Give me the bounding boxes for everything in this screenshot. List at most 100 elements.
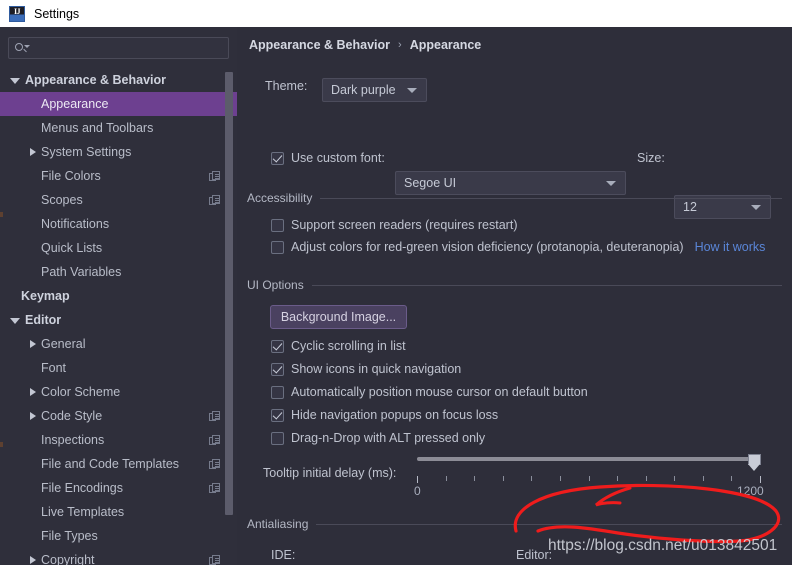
chevron-down-icon bbox=[751, 205, 761, 210]
copy-settings-icon[interactable] bbox=[209, 555, 220, 565]
breadcrumb-separator-icon: › bbox=[398, 39, 402, 51]
copy-settings-icon[interactable] bbox=[209, 195, 220, 206]
show-icons-checkbox[interactable] bbox=[271, 362, 284, 376]
window-titlebar: IJ Settings bbox=[0, 0, 792, 27]
breadcrumb-parent[interactable]: Appearance & Behavior bbox=[249, 38, 390, 52]
use-custom-font-row[interactable]: Use custom font: bbox=[271, 151, 385, 165]
section-divider bbox=[316, 523, 782, 525]
sidebar-item-general[interactable]: General bbox=[0, 332, 237, 356]
sidebar-item-path-variables[interactable]: Path Variables bbox=[0, 260, 237, 284]
sidebar-item-label: Inspections bbox=[41, 433, 105, 447]
sidebar-item-appearance[interactable]: Appearance bbox=[0, 92, 237, 116]
ui-options-section-header: UI Options bbox=[247, 278, 782, 292]
hide-nav-popups-label: Hide navigation popups on focus loss bbox=[291, 408, 499, 422]
sidebar-item-label: Code Style bbox=[41, 409, 103, 423]
chevron-right-icon[interactable] bbox=[30, 340, 36, 348]
cyclic-scrolling-checkbox[interactable] bbox=[271, 339, 284, 353]
sidebar-scrollbar-thumb[interactable] bbox=[225, 72, 233, 515]
chevron-down-icon bbox=[606, 181, 616, 186]
how-it-works-link[interactable]: How it works bbox=[695, 240, 766, 254]
support-screen-readers-checkbox[interactable] bbox=[271, 218, 284, 232]
sidebar-item-file-types[interactable]: File Types bbox=[0, 524, 237, 548]
breadcrumb-current: Appearance bbox=[409, 38, 482, 52]
background-image-button-label: Background Image... bbox=[280, 310, 397, 324]
sidebar-item-file-and-code-templates[interactable]: File and Code Templates bbox=[0, 452, 237, 476]
appearance-settings-panel: Appearance & Behavior › Appearance Theme… bbox=[237, 27, 792, 565]
copy-settings-icon[interactable] bbox=[209, 171, 220, 182]
sidebar-item-label: Scopes bbox=[41, 193, 83, 207]
sidebar-item-file-colors[interactable]: File Colors bbox=[0, 164, 237, 188]
theme-select[interactable]: Dark purple bbox=[322, 78, 427, 102]
hide-nav-popups-row[interactable]: Hide navigation popups on focus loss bbox=[271, 408, 498, 422]
sidebar-item-label: File Colors bbox=[41, 169, 101, 183]
cyclic-scrolling-row[interactable]: Cyclic scrolling in list bbox=[271, 339, 406, 353]
settings-sidebar: Appearance & Behavior Appearance Menus and… bbox=[0, 27, 237, 565]
chevron-down-icon[interactable] bbox=[10, 318, 20, 324]
drag-n-drop-alt-label: Drag-n-Drop with ALT pressed only bbox=[291, 431, 486, 445]
sidebar-item-editor[interactable]: Editor bbox=[0, 308, 237, 332]
sidebar-item-quick-lists[interactable]: Quick Lists bbox=[0, 236, 237, 260]
slider-ticks bbox=[417, 476, 761, 484]
chevron-right-icon[interactable] bbox=[30, 148, 36, 156]
sidebar-item-live-templates[interactable]: Live Templates bbox=[0, 500, 237, 524]
drag-n-drop-alt-checkbox[interactable] bbox=[271, 431, 284, 445]
copy-settings-icon[interactable] bbox=[209, 459, 220, 470]
sidebar-item-notifications[interactable]: Notifications bbox=[0, 212, 237, 236]
sidebar-item-scopes[interactable]: Scopes bbox=[0, 188, 237, 212]
auto-position-cursor-row[interactable]: Automatically position mouse cursor on d… bbox=[271, 385, 588, 399]
slider-thumb[interactable] bbox=[748, 454, 761, 471]
chevron-right-icon[interactable] bbox=[30, 388, 36, 396]
slider-tick bbox=[503, 476, 504, 481]
copy-settings-icon[interactable] bbox=[209, 483, 220, 494]
adjust-colors-row[interactable]: Adjust colors for red-green vision defic… bbox=[271, 240, 765, 254]
support-screen-readers-row[interactable]: Support screen readers (requires restart… bbox=[271, 218, 517, 232]
sidebar-item-appearance-behavior[interactable]: Appearance & Behavior bbox=[0, 68, 237, 92]
slider-min-label: 0 bbox=[414, 484, 421, 498]
sidebar-item-menus-and-toolbars[interactable]: Menus and Toolbars bbox=[0, 116, 237, 140]
intellij-idea-icon: IJ bbox=[9, 5, 25, 22]
slider-tick bbox=[474, 476, 475, 481]
hide-nav-popups-checkbox[interactable] bbox=[271, 408, 284, 422]
sidebar-item-copyright[interactable]: Copyright bbox=[0, 548, 237, 565]
adjust-colors-checkbox[interactable] bbox=[271, 240, 284, 254]
section-divider bbox=[311, 284, 782, 286]
search-input[interactable] bbox=[33, 40, 217, 56]
search-icon bbox=[15, 42, 30, 55]
use-custom-font-checkbox[interactable] bbox=[271, 151, 284, 165]
chevron-down-icon[interactable] bbox=[10, 78, 20, 84]
copy-settings-icon[interactable] bbox=[209, 435, 220, 446]
slider-track[interactable] bbox=[417, 457, 761, 461]
chevron-right-icon[interactable] bbox=[30, 556, 36, 564]
sidebar-item-code-style[interactable]: Code Style bbox=[0, 404, 237, 428]
sidebar-item-keymap[interactable]: Keymap bbox=[0, 284, 237, 308]
background-image-button[interactable]: Background Image... bbox=[270, 305, 407, 329]
editor-antialiasing-row: Editor: bbox=[516, 548, 552, 562]
search-box[interactable] bbox=[8, 37, 229, 59]
sidebar-item-label: Menus and Toolbars bbox=[41, 121, 154, 135]
auto-position-cursor-checkbox[interactable] bbox=[271, 385, 284, 399]
settings-tree: Appearance & Behavior Appearance Menus and… bbox=[0, 68, 237, 565]
sidebar-item-inspections[interactable]: Inspections bbox=[0, 428, 237, 452]
chevron-right-icon[interactable] bbox=[30, 412, 36, 420]
sidebar-item-file-encodings[interactable]: File Encodings bbox=[0, 476, 237, 500]
edge-artifact bbox=[0, 442, 3, 447]
sidebar-item-color-scheme[interactable]: Color Scheme bbox=[0, 380, 237, 404]
drag-n-drop-alt-row[interactable]: Drag-n-Drop with ALT pressed only bbox=[271, 431, 485, 445]
breadcrumb: Appearance & Behavior › Appearance bbox=[249, 38, 481, 52]
slider-tick bbox=[417, 476, 418, 483]
font-size-label: Size: bbox=[637, 151, 665, 165]
sidebar-item-font[interactable]: Font bbox=[0, 356, 237, 380]
tooltip-delay-row: Tooltip initial delay (ms): bbox=[263, 466, 396, 480]
tooltip-delay-slider[interactable]: 0 1200 bbox=[414, 454, 764, 498]
theme-label: Theme: bbox=[265, 79, 308, 93]
sidebar-item-label: File Types bbox=[41, 529, 98, 543]
copy-settings-icon[interactable] bbox=[209, 411, 220, 422]
ide-antialiasing-label: IDE: bbox=[271, 548, 296, 562]
sidebar-item-system-settings[interactable]: System Settings bbox=[0, 140, 237, 164]
show-icons-row[interactable]: Show icons in quick navigation bbox=[271, 362, 461, 376]
